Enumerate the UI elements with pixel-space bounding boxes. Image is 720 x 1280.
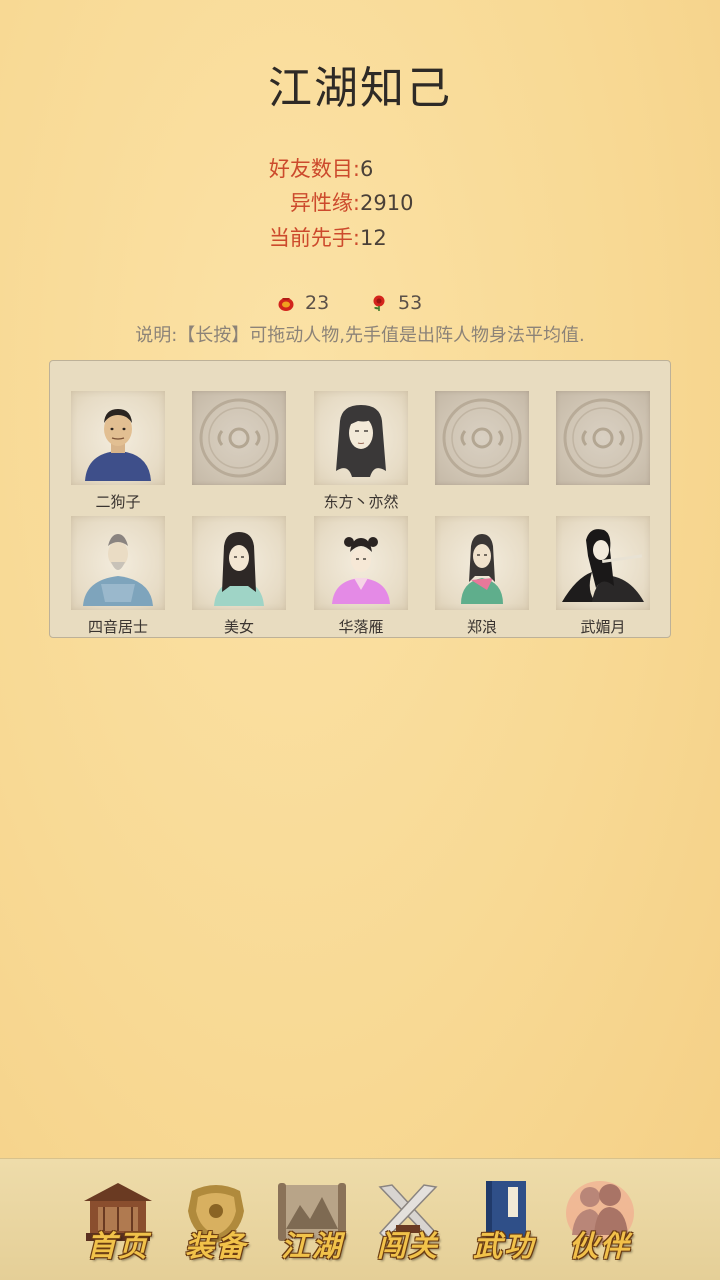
initiative-label: 当前先手: bbox=[268, 226, 360, 250]
nav-martial-arts-label: 武功 bbox=[472, 1229, 535, 1263]
nav-home-label: 首页 bbox=[86, 1229, 149, 1263]
pouch-currency: 23 bbox=[277, 290, 329, 316]
charm-stat: 异性缘:2910 bbox=[230, 188, 414, 218]
nav-challenge-label: 闯关 bbox=[376, 1229, 439, 1263]
nav-equipment-label: 装备 bbox=[184, 1229, 247, 1263]
rose-icon bbox=[373, 295, 385, 311]
charm-label: 异性缘: bbox=[289, 191, 360, 215]
rose-currency: 53 bbox=[370, 290, 422, 316]
flute-player-portrait-icon bbox=[556, 516, 650, 610]
beauty-portrait-icon bbox=[192, 516, 286, 610]
nav-companions[interactable]: 伙伴 bbox=[558, 1177, 642, 1265]
initiative-value: 12 bbox=[360, 226, 387, 250]
bottom-nav: 首页 装备 江湖 闯关 武功 伙伴 bbox=[0, 1158, 720, 1280]
friend-count-label: 好友数目: bbox=[268, 157, 360, 181]
rose-count: 53 bbox=[398, 292, 423, 314]
red-pouch-icon bbox=[278, 298, 294, 311]
pouch-count: 23 bbox=[305, 292, 330, 314]
initiative-stat: 当前先手:12 bbox=[230, 223, 387, 253]
pink-dress-portrait-icon bbox=[314, 516, 408, 610]
nav-home[interactable]: 首页 bbox=[76, 1177, 160, 1265]
nav-equipment[interactable]: 装备 bbox=[174, 1177, 258, 1265]
nav-challenge[interactable]: 闯关 bbox=[366, 1177, 450, 1265]
charm-value: 2910 bbox=[360, 191, 414, 215]
empty-slot-emblem-icon bbox=[192, 391, 286, 485]
empty-slot-emblem-icon bbox=[556, 391, 650, 485]
instruction-note: 说明:【长按】可拖动人物,先手值是出阵人物身法平均值. bbox=[135, 325, 585, 346]
nav-companions-label: 伙伴 bbox=[568, 1229, 631, 1263]
companion-name: 四音居士 bbox=[87, 618, 148, 636]
companion-name: 武媚月 bbox=[580, 618, 626, 636]
long-hair-portrait-icon bbox=[314, 391, 408, 485]
friend-count-value: 6 bbox=[360, 157, 374, 181]
companion-name: 美女 bbox=[223, 618, 254, 636]
man-blue-robe-portrait-icon bbox=[71, 391, 165, 485]
page-title: 江湖知己 bbox=[268, 63, 452, 114]
companion-name: 东方丶亦然 bbox=[323, 493, 399, 511]
companion-panel: 二狗子 东方丶亦然 四音居士 美女 华落雁 郑浪 武媚月 bbox=[49, 360, 671, 638]
nav-jianghu-label: 江湖 bbox=[280, 1229, 343, 1263]
hermit-portrait-icon bbox=[71, 516, 165, 610]
empty-slot-emblem-icon bbox=[435, 391, 529, 485]
companion-name: 二狗子 bbox=[95, 493, 141, 511]
companion-name: 郑浪 bbox=[466, 618, 497, 636]
nav-jianghu[interactable]: 江湖 bbox=[270, 1177, 354, 1265]
green-dress-portrait-icon bbox=[435, 516, 529, 610]
companion-name: 华落雁 bbox=[338, 618, 384, 636]
nav-martial-arts[interactable]: 武功 bbox=[462, 1177, 546, 1265]
friend-count-stat: 好友数目:6 bbox=[230, 154, 373, 184]
